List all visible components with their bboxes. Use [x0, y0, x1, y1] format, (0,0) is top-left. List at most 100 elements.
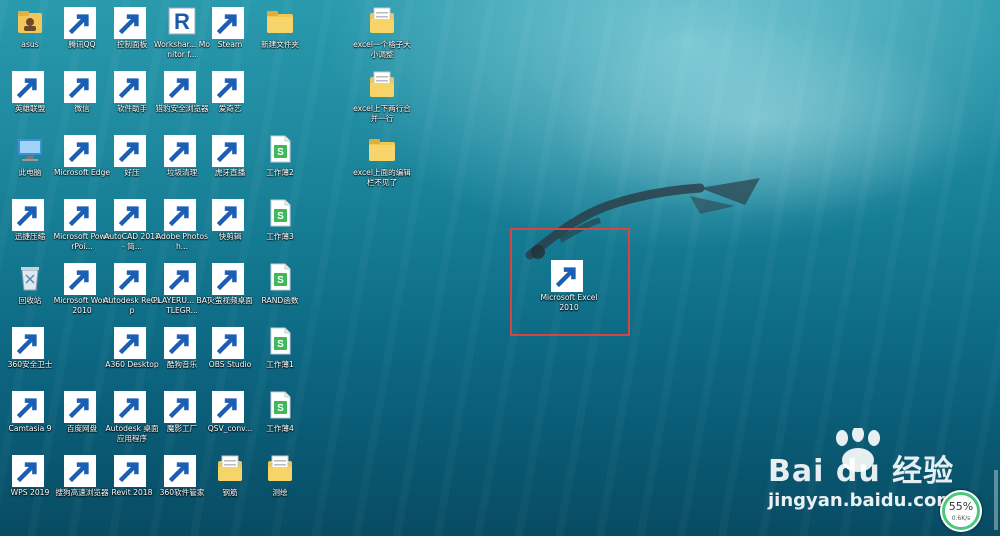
liebao-icon	[164, 69, 198, 103]
desktop-icon-excel一个格子大小调整[interactable]: excel一个格子大小调整	[353, 5, 411, 60]
qq-penguin-icon	[64, 5, 98, 39]
desktop-icon-adobe-photosh[interactable]: PsAdobe Photosh...	[156, 197, 208, 252]
icon-label: 工作薄1	[266, 360, 294, 369]
desktop-icon-爱奇艺[interactable]: iQIY爱奇艺	[204, 69, 256, 114]
desktop-icon-autodesk-recap[interactable]: RAutodesk ReCap	[103, 261, 161, 316]
shortcut-arrow-icon	[12, 455, 44, 487]
desktop-icon-camtasia-9[interactable]: Camtasia 9	[4, 389, 56, 434]
shortcut-arrow-icon	[212, 199, 244, 231]
desktop-icon-软件助手[interactable]: 软件助手	[106, 69, 158, 114]
camtasia-icon	[12, 389, 46, 423]
desktop-icon-steam[interactable]: Steam	[204, 5, 256, 50]
shortcut-arrow-icon	[212, 7, 244, 39]
autodesk-icon	[114, 389, 148, 423]
icon-label: excel上面的编辑栏不见了	[353, 168, 411, 187]
desktop-icon-microsoft-powerpoi[interactable]: PMicrosoft PowerPoi...	[54, 197, 110, 252]
desktop-icon-搜狗高速浏览器[interactable]: S搜狗高速浏览器	[55, 453, 109, 498]
desktop-icon-快剪辑[interactable]: 快剪辑	[204, 197, 256, 242]
360-manager-icon	[164, 453, 198, 487]
shortcut-arrow-icon	[114, 263, 146, 295]
revit-icon: R	[166, 5, 198, 37]
zip-icon	[12, 197, 46, 231]
desktop-icon-microsoft-excel-2010[interactable]: X Microsoft Excel 2010	[540, 258, 598, 313]
kuaijianji-icon	[212, 197, 246, 231]
desktop-icon-钢筋[interactable]: 钢筋	[204, 453, 256, 498]
desktop-icon-microsoft-edge[interactable]: eMicrosoft Edge	[54, 133, 110, 178]
shortcut-arrow-icon	[12, 391, 44, 423]
edge-icon: e	[64, 133, 98, 167]
shortcut-arrow-icon	[64, 7, 96, 39]
desktop-icon-rand函数[interactable]: S RAND函数	[254, 261, 306, 306]
desktop-icon-microsoft-word-2010[interactable]: WMicrosoft Word 2010	[54, 261, 110, 316]
desktop-icon-autocad-2018-简[interactable]: AAutoCAD 2018 - 简...	[104, 197, 160, 252]
shortcut-arrow-icon	[114, 199, 146, 231]
steam-icon	[212, 5, 246, 39]
icon-label: excel上下两行合并一行	[353, 104, 411, 123]
desktop-icon-workshar-monitor-f[interactable]: R Workshar... Monitor f...	[154, 5, 210, 60]
desktop-icon-工作薄3[interactable]: S 工作薄3	[254, 197, 306, 242]
a360-icon	[114, 325, 148, 359]
icon-label: 迅捷压缩	[14, 232, 46, 241]
svg-text:S: S	[277, 211, 284, 222]
desktop-icon-英雄联盟[interactable]: L英雄联盟	[4, 69, 56, 114]
icon-label: Microsoft Excel 2010	[540, 293, 598, 312]
desktop-icon-工作薄1[interactable]: S 工作薄1	[254, 325, 306, 370]
shortcut-arrow-icon	[164, 263, 196, 295]
desktop-icon-wps-2019[interactable]: WWPS 2019	[4, 453, 56, 498]
desktop-icon-火萤视频桌面[interactable]: 火萤视频桌面	[204, 261, 256, 306]
wps-icon: W	[12, 453, 46, 487]
shortcut-arrow-icon	[212, 71, 244, 103]
desktop-icon-控制面板[interactable]: 控制面板	[106, 5, 158, 50]
desktop-icon-微信[interactable]: 微信	[56, 69, 108, 114]
icon-label: 360安全卫士	[7, 360, 53, 369]
word-icon: W	[64, 261, 98, 295]
desktop-icon-腾讯qq[interactable]: 腾讯QQ	[56, 5, 108, 50]
shortcut-arrow-icon	[114, 391, 146, 423]
watermark-logo-text: Bai du 经验	[768, 454, 955, 489]
control-panel-icon	[114, 5, 148, 39]
icon-label: Camtasia 9	[8, 424, 52, 433]
shortcut-arrow-icon	[114, 7, 146, 39]
baidu-jingyan-watermark: Bai du 经验 jingyan.baidu.com	[768, 428, 968, 518]
shortcut-arrow-icon	[64, 199, 96, 231]
desktop-icon-测绘[interactable]: 测绘	[254, 453, 306, 498]
desktop-icon-工作薄4[interactable]: S 工作薄4	[254, 389, 306, 434]
folder-icon	[264, 5, 296, 37]
desktop-icon-asus[interactable]: asus	[4, 5, 56, 50]
desktop-icon-qsv-conv[interactable]: QSV_conv...	[204, 389, 256, 434]
icon-label: 测绘	[272, 488, 288, 497]
desktop-icon-a360-desktop[interactable]: A360 Desktop	[105, 325, 159, 370]
desktop-icon-playeru-battlegr[interactable]: PUBGPLAYERU... BATTLEGR...	[153, 261, 211, 316]
desktop-icon-新建文件夹[interactable]: 新建文件夹	[254, 5, 306, 50]
shield-plus-icon	[12, 325, 46, 359]
desktop-icon-excel上下两行合并一行[interactable]: excel上下两行合并一行	[353, 69, 411, 124]
desktop-icon-工作薄2[interactable]: S 工作薄2	[254, 133, 306, 178]
pubg-icon: PUBG	[164, 261, 198, 295]
shortcut-arrow-icon	[64, 263, 96, 295]
meter-speed: 0.6K/s	[951, 515, 971, 522]
desktop-icon-obs-studio[interactable]: OBS Studio	[204, 325, 256, 370]
shortcut-arrow-icon	[114, 455, 146, 487]
svg-text:S: S	[277, 147, 284, 158]
icon-label: 英雄联盟	[14, 104, 46, 113]
shortcut-arrow-icon	[64, 455, 96, 487]
computer-icon	[14, 133, 46, 165]
desktop-icon-revit-2018[interactable]: RRevit 2018	[106, 453, 158, 498]
shortcut-arrow-icon	[12, 199, 44, 231]
desktop-icon-excel上面的编辑栏不见了[interactable]: excel上面的编辑栏不见了	[353, 133, 411, 188]
desktop-icon-autodesk-桌面应用程序[interactable]: Autodesk 桌面应用程序	[105, 389, 159, 444]
desktop-icon-回收站[interactable]: 回收站	[4, 261, 56, 306]
baidu-pan-icon	[64, 389, 98, 423]
shortcut-arrow-icon	[114, 135, 146, 167]
network-speed-meter[interactable]: 55% 0.6K/s	[940, 490, 982, 532]
desktop-icon-百度网盘[interactable]: 百度网盘	[56, 389, 108, 434]
desktop-icon-此电脑[interactable]: 此电脑	[4, 133, 56, 178]
desktop-icon-360安全卫士[interactable]: 360安全卫士	[4, 325, 56, 370]
desktop-icon-虎牙直播[interactable]: 虎牙直播	[204, 133, 256, 178]
recap-icon: R	[114, 261, 148, 295]
powerpoint-icon: P	[64, 197, 98, 231]
desktop-icon-迅捷压缩[interactable]: 迅捷压缩	[4, 197, 56, 242]
icon-label: excel一个格子大小调整	[353, 40, 411, 59]
shortcut-arrow-icon	[114, 327, 146, 359]
desktop-icon-好压[interactable]: 好压	[106, 133, 158, 178]
